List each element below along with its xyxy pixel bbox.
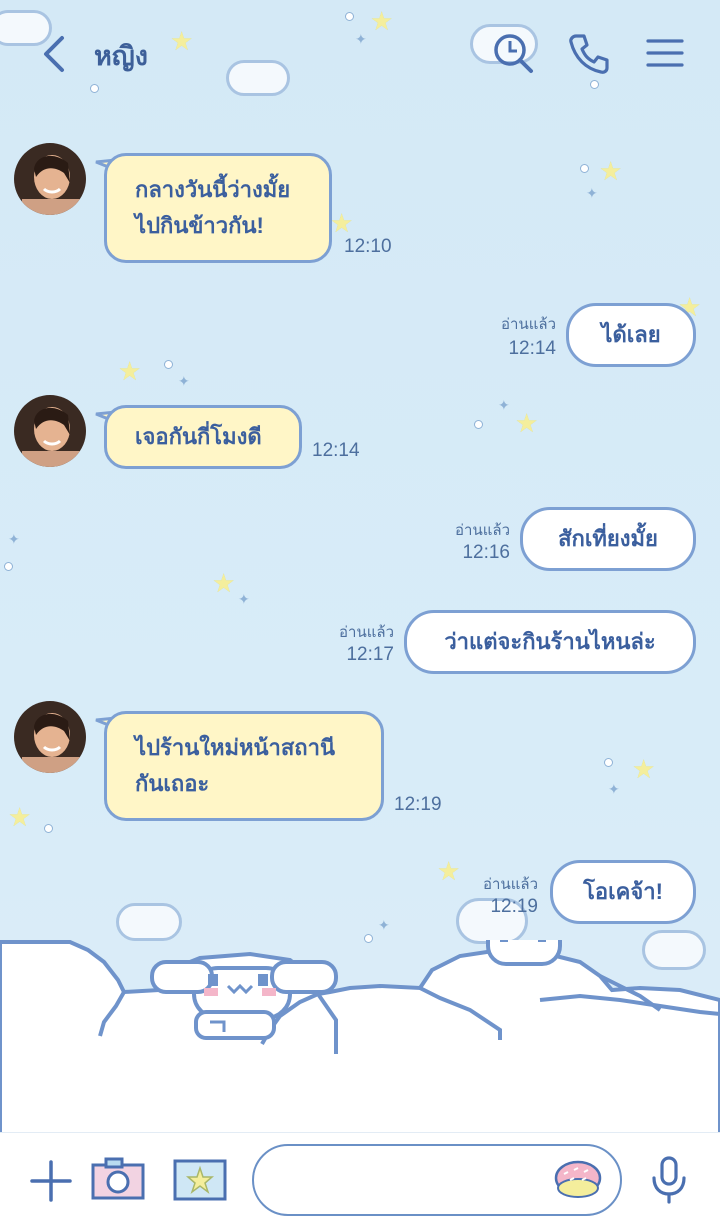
incoming-message-bubble[interactable]: กลางวันนี้ว่างมั้ย ไปกินข้าวกัน!	[104, 153, 332, 263]
message-timestamp: 12:19	[490, 896, 538, 917]
phone-icon	[569, 34, 609, 74]
photo-button[interactable]	[172, 1158, 228, 1202]
incoming-message-bubble[interactable]: เจอกันกี่โมงดี	[104, 405, 302, 469]
outgoing-message-bubble[interactable]: ได้เลย	[566, 303, 696, 367]
microphone-icon	[652, 1156, 686, 1204]
camera-icon	[91, 1157, 145, 1200]
avatar-portrait	[14, 701, 86, 773]
dot-decoration	[580, 164, 589, 173]
search-icon	[494, 34, 533, 73]
call-button[interactable]	[566, 30, 612, 76]
message-timestamp: 12:16	[462, 542, 510, 563]
menu-button[interactable]	[642, 30, 688, 76]
star-icon: ★	[330, 208, 354, 238]
star-icon: ★	[515, 408, 539, 438]
dot-decoration	[44, 824, 53, 833]
message-text: ได้เลย	[601, 322, 661, 347]
read-receipt: อ่านแล้ว	[455, 522, 510, 539]
back-button[interactable]	[34, 30, 74, 78]
chat-screen: ★ ★ ★ ★ ★ ★ ★ ★ ★ ★ ★ ★ ★ ✦ ✦ ✦ ✦ ✦ ✦ ✦ …	[0, 0, 720, 1232]
sparkle-icon: ✦	[498, 397, 510, 413]
star-icon: ★	[632, 754, 656, 784]
avatar[interactable]	[14, 395, 86, 467]
outgoing-message-bubble[interactable]: โอเคจ้า!	[550, 860, 696, 924]
dot-decoration	[4, 562, 13, 571]
cloud-ground-illustration	[0, 940, 720, 1140]
microphone-button[interactable]	[646, 1154, 692, 1206]
sticker-icon	[554, 1160, 602, 1198]
dot-decoration	[604, 758, 613, 767]
outgoing-message-bubble[interactable]: สักเที่ยงมั้ย	[520, 507, 696, 571]
sparkle-icon: ✦	[238, 591, 250, 607]
sparkle-icon: ✦	[608, 781, 620, 797]
message-text: โอเคจ้า!	[583, 879, 663, 904]
avatar[interactable]	[14, 701, 86, 773]
avatar[interactable]	[14, 143, 86, 215]
star-icon: ★	[212, 568, 236, 598]
dot-decoration	[474, 420, 483, 429]
incoming-message-bubble[interactable]: ไปร้านใหม่หน้าสถานี กันเถอะ	[104, 711, 384, 821]
plus-icon	[30, 1160, 72, 1202]
message-text: กลางวันนี้ว่างมั้ย	[135, 177, 291, 202]
avatar-portrait	[14, 395, 86, 467]
read-receipt: อ่านแล้ว	[339, 624, 394, 641]
message-text: ไปกินข้าวกัน!	[135, 213, 264, 238]
message-text: เจอกันกี่โมงดี	[135, 424, 262, 449]
read-receipt: อ่านแล้ว	[501, 316, 556, 333]
message-text: ไปร้านใหม่หน้าสถานี	[135, 735, 336, 760]
message-text: ว่าแต่จะกินร้านไหนล่ะ	[444, 629, 656, 654]
message-timestamp: 12:14	[508, 338, 556, 359]
message-text: สักเที่ยงมั้ย	[558, 526, 658, 551]
star-icon: ★	[599, 156, 623, 186]
chevron-left-icon	[44, 36, 64, 72]
star-icon: ★	[118, 356, 142, 386]
sparkle-icon: ✦	[586, 185, 598, 201]
outgoing-message-bubble[interactable]: ว่าแต่จะกินร้านไหนล่ะ	[404, 610, 696, 674]
message-timestamp: 12:19	[394, 794, 442, 815]
message-timestamp: 12:17	[346, 644, 394, 665]
image-icon	[173, 1159, 227, 1201]
search-button[interactable]	[490, 30, 536, 76]
star-icon: ★	[8, 802, 32, 832]
message-timestamp: 12:14	[312, 440, 360, 461]
menu-icon	[646, 39, 684, 67]
page-title: หญิง	[94, 41, 148, 71]
chat-header: หญิง	[0, 0, 720, 105]
message-timestamp: 12:10	[344, 236, 392, 257]
sparkle-icon: ✦	[8, 531, 20, 547]
add-button[interactable]	[28, 1158, 74, 1204]
sticker-button[interactable]	[552, 1158, 604, 1202]
sparkle-icon: ✦	[378, 917, 390, 933]
read-receipt: อ่านแล้ว	[483, 876, 538, 893]
camera-button[interactable]	[90, 1156, 146, 1202]
message-text: กันเถอะ	[135, 771, 210, 796]
sparkle-icon: ✦	[178, 373, 190, 389]
dot-decoration	[164, 360, 173, 369]
cloud-decoration	[116, 903, 182, 941]
avatar-portrait	[14, 143, 86, 215]
